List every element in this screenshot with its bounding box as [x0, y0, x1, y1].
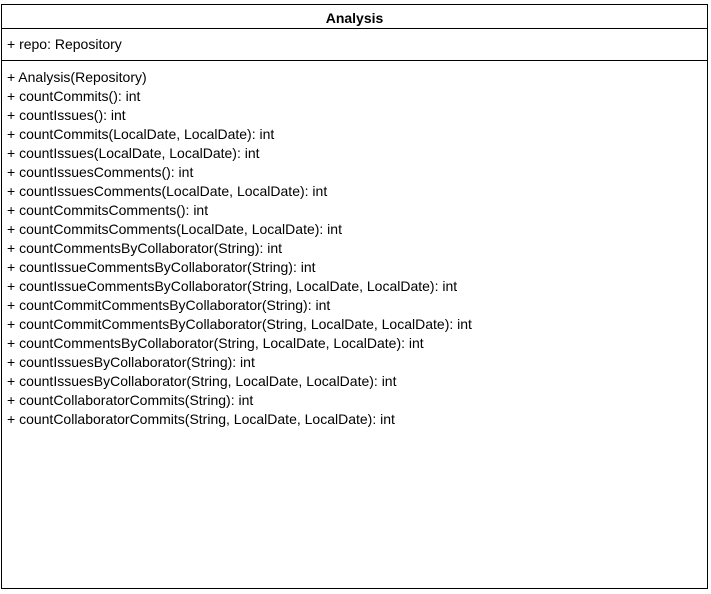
operations-section: + Analysis(Repository) + countCommits():… [2, 61, 707, 429]
operation-count-commits: + countCommits(): int [7, 88, 141, 104]
operation-count-collaborator-commits-range: + countCollaboratorCommits(String, Local… [7, 411, 395, 427]
operation-count-issues-comments-range: + countIssuesComments(LocalDate, LocalDa… [7, 183, 328, 199]
operation-count-commits-comments: + countCommitsComments(): int [7, 202, 209, 218]
operation-constructor: + Analysis(Repository) [7, 69, 147, 85]
operation-count-commit-comments-by-collaborator: + countCommitCommentsByCollaborator(Stri… [7, 297, 331, 313]
operation-count-issue-comments-by-collaborator: + countIssueCommentsByCollaborator(Strin… [7, 259, 316, 275]
operation-count-commit-comments-by-collaborator-range: + countCommitCommentsByCollaborator(Stri… [7, 316, 472, 332]
attribute-repo: + repo: Repository [7, 36, 122, 52]
operation-count-comments-by-collaborator-range: + countCommentsByCollaborator(String, Lo… [7, 335, 424, 351]
operation-count-issues-comments: + countIssuesComments(): int [7, 164, 194, 180]
operation-count-collaborator-commits: + countCollaboratorCommits(String): int [7, 392, 254, 408]
uml-class-box: Analysis + repo: Repository + Analysis(R… [1, 4, 708, 589]
operation-count-issues-by-collaborator-range: + countIssuesByCollaborator(String, Loca… [7, 373, 397, 389]
operation-count-comments-by-collaborator: + countCommentsByCollaborator(String): i… [7, 240, 283, 256]
attributes-section: + repo: Repository [2, 29, 707, 61]
operation-count-issue-comments-by-collaborator-range: + countIssueCommentsByCollaborator(Strin… [7, 278, 458, 294]
class-name: Analysis [2, 5, 707, 29]
operation-count-commits-range: + countCommits(LocalDate, LocalDate): in… [7, 126, 275, 142]
operation-count-commits-comments-range: + countCommitsComments(LocalDate, LocalD… [7, 221, 342, 237]
operation-count-issues-range: + countIssues(LocalDate, LocalDate): int [7, 145, 260, 161]
operation-count-issues: + countIssues(): int [7, 107, 126, 123]
operation-count-issues-by-collaborator: + countIssuesByCollaborator(String): int [7, 354, 255, 370]
